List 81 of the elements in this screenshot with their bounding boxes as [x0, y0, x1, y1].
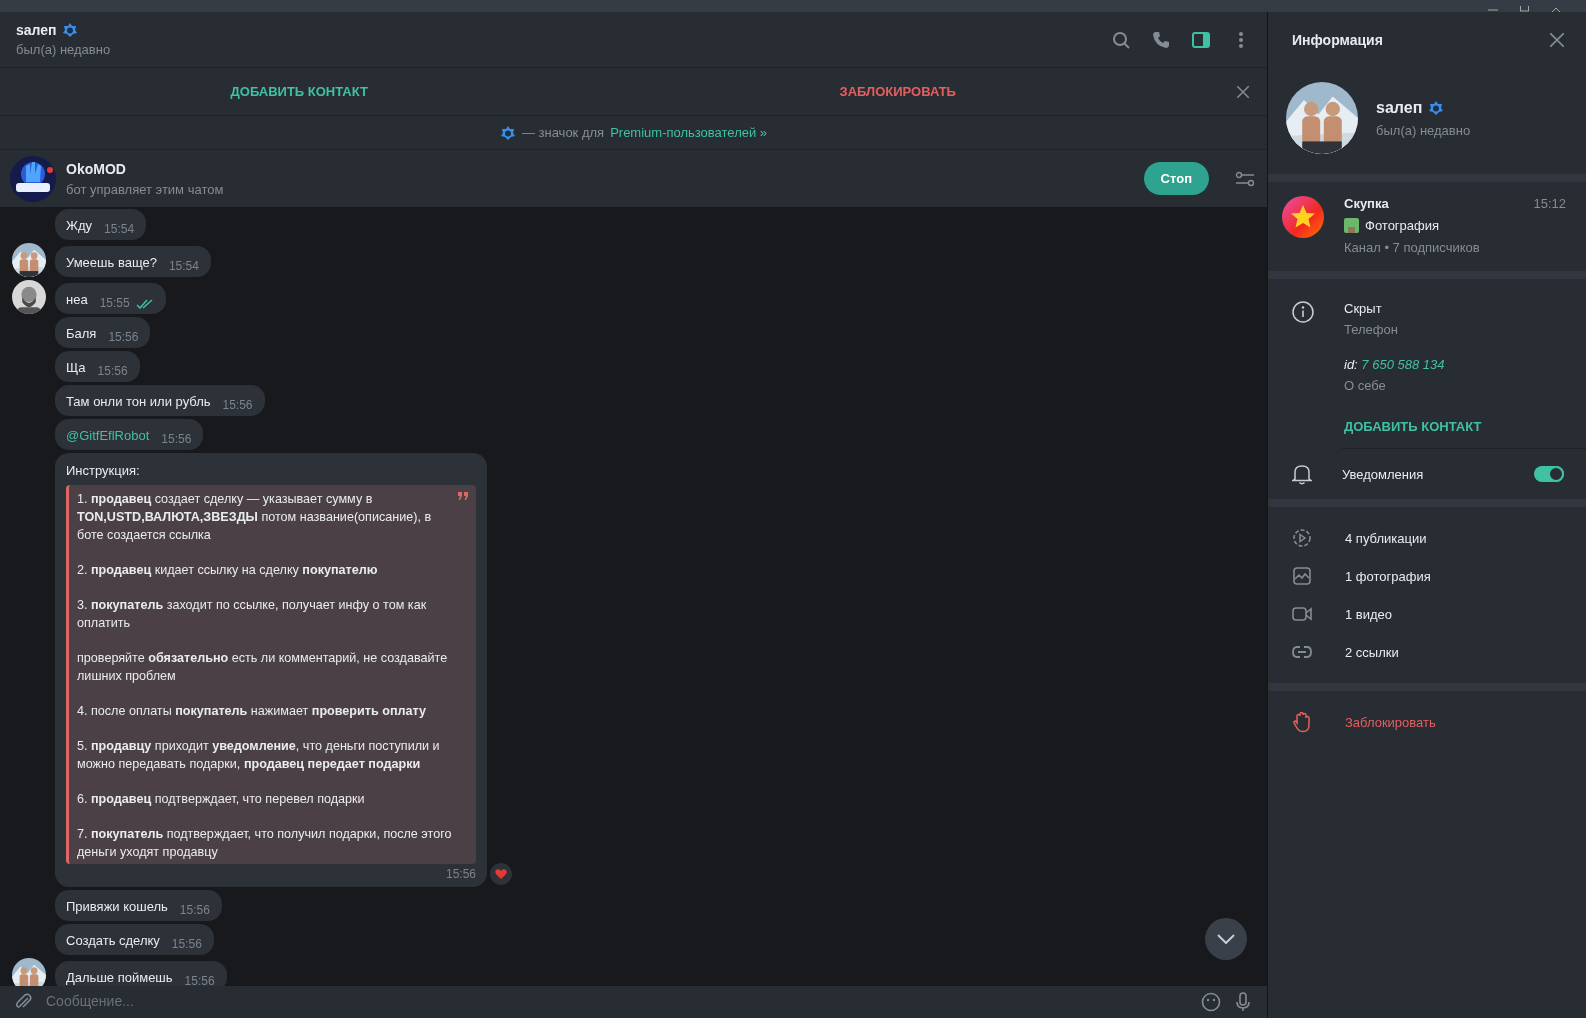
message-time: 15:56: [179, 902, 210, 919]
message-time: 15:55: [99, 295, 154, 312]
message-time: 15:56: [171, 936, 202, 953]
image-icon: [1292, 566, 1312, 586]
premium-notice: — значок для: [521, 125, 605, 140]
info-icon: [1292, 301, 1314, 323]
filter-icon[interactable]: [1235, 170, 1255, 187]
message-text: Привяжи кошель: [66, 898, 168, 915]
premium-badge-icon: [1428, 99, 1445, 116]
message-time: 15:56: [184, 973, 215, 986]
message-text: Там онли тон или рубль: [66, 393, 211, 410]
message-text: Баля: [66, 325, 97, 342]
message-text: Ща: [66, 359, 86, 376]
hand-icon: [1292, 711, 1312, 733]
message-composer[interactable]: Сообщение...: [0, 986, 1267, 1018]
quote-paragraph: 3. покупатель заходит по ссылке, получает инфу о том как оплатить: [77, 597, 428, 632]
microphone-icon[interactable]: [1233, 992, 1253, 1012]
heart-reaction-icon[interactable]: [490, 863, 512, 885]
message-time: 15:54: [168, 258, 199, 275]
message-input[interactable]: Сообщение...: [46, 992, 1189, 1010]
bio-text: id: 7 650 588 134: [1344, 357, 1446, 372]
emoji-icon[interactable]: [1201, 992, 1221, 1012]
profile-name: sалеп: [1376, 98, 1423, 117]
message-time: 15:56: [222, 397, 253, 414]
phone-value: Скрыт: [1344, 301, 1383, 316]
quote-paragraph: 1. продавец создает сделку — указывает сумму в TON,USTD,ВАЛЮТА,ЗВЕЗДЫ потом название(описание), в боте создается ссылка: [77, 491, 433, 544]
message-text: Дальше поймешь: [66, 969, 173, 986]
channel-name: Скупка: [1344, 196, 1389, 211]
contact-name: sалеп: [16, 22, 57, 38]
message-text: Инструкция:: [66, 462, 141, 479]
bot-name: OkoMOD: [66, 160, 127, 177]
message-text: неа: [66, 291, 88, 308]
bio-label: О себе: [1344, 378, 1387, 393]
channel-avatar[interactable]: [1282, 196, 1324, 238]
media-count[interactable]: 1 фотография: [1345, 568, 1431, 584]
block-button[interactable]: ЗАБЛОКИРОВАТЬ: [598, 76, 1197, 107]
message-time: 15:56: [161, 431, 192, 448]
play-circle-icon: [1292, 528, 1312, 548]
channel-meta: Канал • 7 подписчиков: [1344, 240, 1481, 255]
quote-paragraph: 2. продавец кидает ссылку на сделку покупателю: [77, 562, 379, 579]
media-count[interactable]: 4 публикации: [1345, 530, 1427, 546]
message-time: 15:56: [97, 363, 128, 380]
contact-status: был(а) недавно: [16, 42, 112, 57]
add-contact-button[interactable]: ДОБАВИТЬ КОНТАКТ: [1344, 419, 1482, 434]
add-contact-button[interactable]: ДОБАВИТЬ КОНТАКТ: [0, 76, 599, 107]
message-time: 15:56: [108, 329, 139, 346]
premium-badge-icon: [499, 124, 516, 141]
search-icon[interactable]: [1111, 29, 1131, 50]
side-panel-icon[interactable]: [1191, 29, 1211, 50]
minimize-icon[interactable]: [1488, 8, 1498, 12]
channel-time: 15:12: [1533, 196, 1566, 211]
quote-paragraph: 5. продавцу приходит уведомление, что деньги поступили и можно передавать подарки, продавец передает подарки: [77, 738, 441, 773]
notifications-label: Уведомления: [1342, 466, 1425, 482]
media-count[interactable]: 2 ссылки: [1345, 644, 1399, 660]
panel-title: Информация: [1292, 32, 1383, 48]
quote-paragraph: проверяйте обязательно есть ли комментарий, не создавайте лишних проблем: [77, 650, 449, 685]
premium-badge-icon: [61, 22, 78, 38]
message-time: 15:54: [104, 221, 135, 238]
notifications-toggle[interactable]: [1534, 466, 1564, 482]
premium-link[interactable]: Premium-пользователей »: [610, 125, 768, 140]
scroll-down-button[interactable]: [1205, 918, 1247, 960]
floppy-icon: [1344, 218, 1359, 233]
message-text: Создать сделку: [66, 932, 160, 949]
message-time: 15:56: [445, 866, 476, 883]
profile-status: был(а) недавно: [1376, 122, 1471, 138]
media-count[interactable]: 1 видео: [1345, 606, 1393, 622]
block-user-link[interactable]: Заблокировать: [1345, 714, 1436, 730]
bell-icon: [1292, 463, 1312, 485]
message-text: Умеешь ваще?: [66, 254, 157, 271]
phone-label: Телефон: [1344, 322, 1399, 337]
quote-paragraph: 6. продавец подтверждает, что перевел подарки: [77, 791, 366, 808]
quote-icon: [458, 492, 468, 500]
username-link[interactable]: @GitfEflRobot: [66, 427, 150, 444]
phone-icon[interactable]: [1151, 29, 1171, 50]
video-camera-icon: [1292, 604, 1312, 624]
message-text: Жду: [66, 217, 93, 234]
chevron-down-icon: [1217, 934, 1235, 944]
bot-subtitle: бот управляет этим чатом: [66, 181, 225, 197]
quote-paragraph: 4. после оплаты покупатель нажимает проверить оплату: [77, 703, 427, 720]
channel-preview: Фотография: [1365, 218, 1440, 233]
quote-paragraph: 7. покупатель подтверждает, что получил подарки, после этого деньги уходят продавцу: [77, 826, 453, 861]
